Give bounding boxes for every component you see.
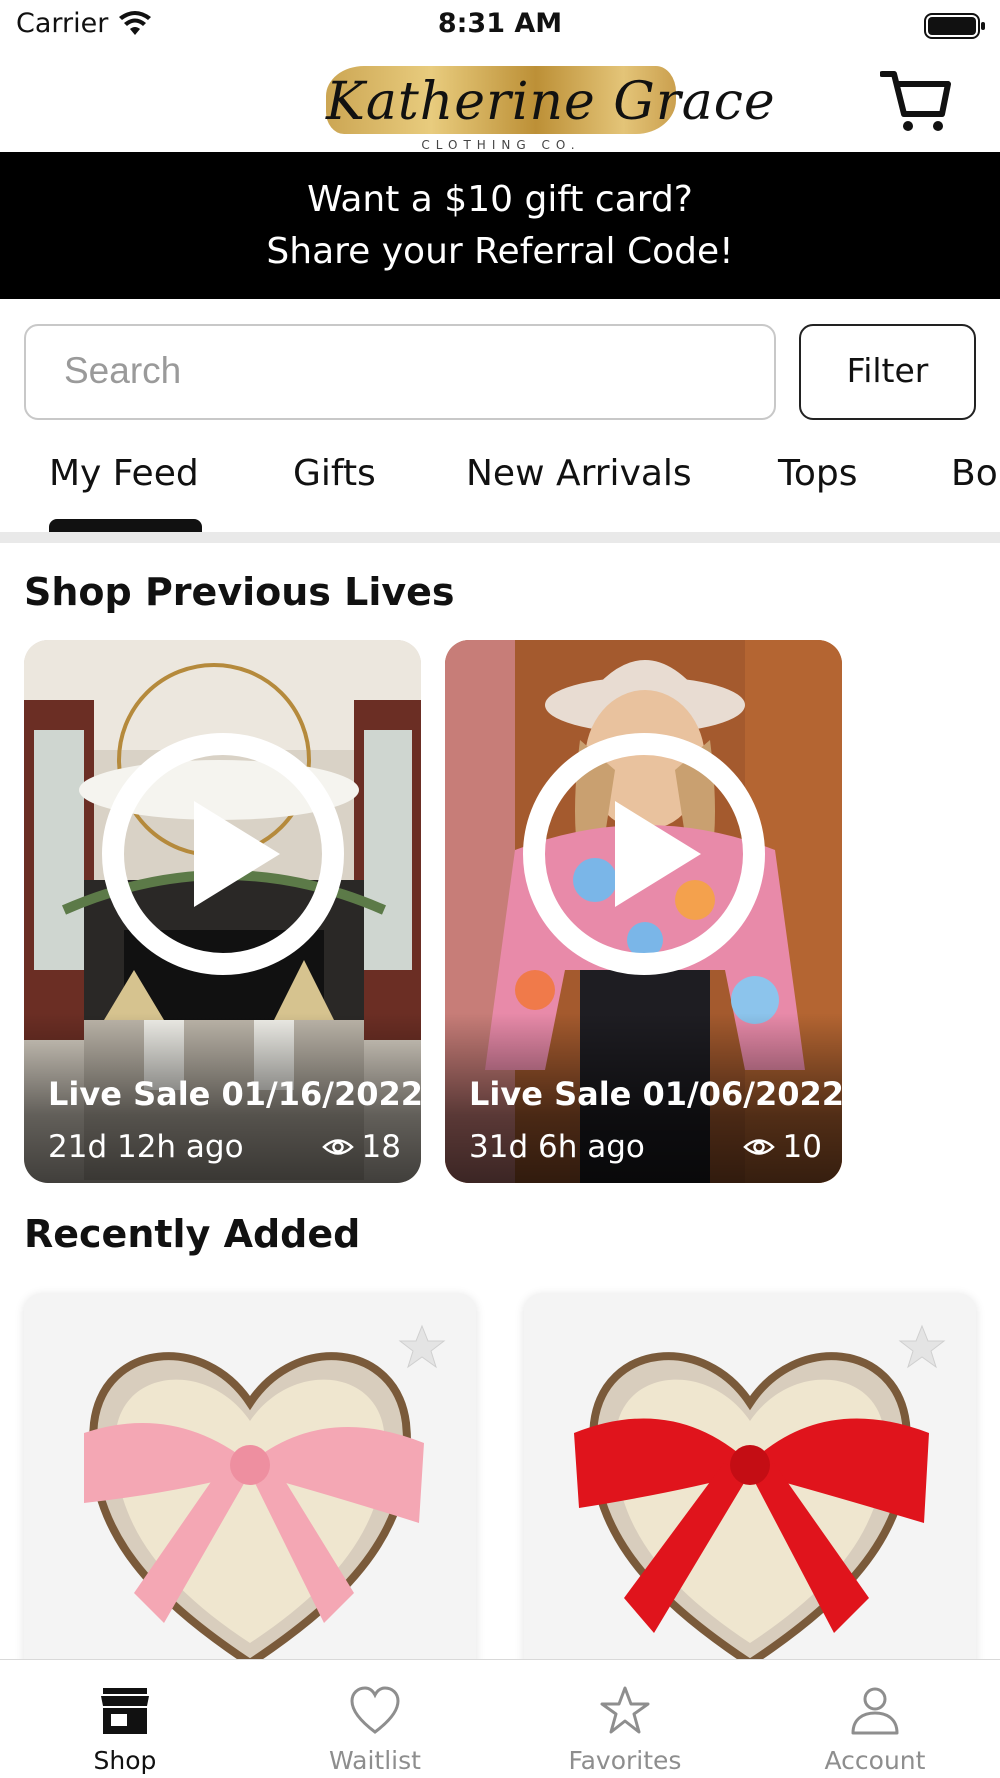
live-sale-views: 18 xyxy=(321,1129,401,1165)
cart-icon[interactable] xyxy=(880,70,952,134)
favorite-star-icon[interactable] xyxy=(398,1323,446,1371)
tabbar-item-waitlist[interactable]: Waitlist xyxy=(250,1660,500,1778)
status-time: 8:31 AM xyxy=(437,8,563,39)
storefront-icon xyxy=(101,1688,149,1734)
live-sale-card[interactable]: Live Sale 01/06/2022 31d 6h ago 10 xyxy=(445,640,842,1183)
view-count: 18 xyxy=(361,1129,401,1165)
live-sale-views: 10 xyxy=(742,1129,822,1165)
eye-icon xyxy=(321,1139,354,1155)
promo-line-1: Want a $10 gift card? xyxy=(307,179,693,220)
tab-new-arrivals[interactable]: New Arrivals xyxy=(466,453,692,494)
live-sale-age: 21d 12h ago xyxy=(48,1129,244,1165)
tabbar-label-shop: Shop xyxy=(93,1746,157,1775)
tabbar-item-account[interactable]: Account xyxy=(750,1660,1000,1778)
tabbar-item-shop[interactable]: Shop xyxy=(0,1660,250,1778)
tabbar-label-favorites: Favorites xyxy=(568,1746,682,1775)
tab-bottoms[interactable]: Bo xyxy=(951,453,998,494)
view-count: 10 xyxy=(782,1129,822,1165)
previous-lives-heading: Shop Previous Lives xyxy=(24,570,455,614)
person-icon xyxy=(851,1687,899,1735)
battery-icon xyxy=(924,13,985,39)
tab-my-feed[interactable]: My Feed xyxy=(49,453,199,494)
active-tab-indicator xyxy=(49,519,202,533)
favorite-star-icon[interactable] xyxy=(898,1323,946,1371)
live-sale-age: 31d 6h ago xyxy=(469,1129,645,1165)
live-sale-title: Live Sale 01/16/2022 xyxy=(48,1075,421,1113)
filter-button[interactable]: Filter xyxy=(799,324,976,420)
tabbar-label-account: Account xyxy=(824,1746,926,1775)
bottom-tab-bar: Shop Waitlist Favorites Account xyxy=(0,1659,1000,1778)
logo-script-text: Katherine Grace xyxy=(326,72,776,132)
referral-promo-banner[interactable]: Want a $10 gift card? Share your Referra… xyxy=(0,152,1000,299)
product-card[interactable] xyxy=(524,1293,976,1693)
tab-gifts[interactable]: Gifts xyxy=(293,453,376,494)
eye-icon xyxy=(742,1139,775,1155)
heart-icon xyxy=(350,1686,400,1734)
tabs-divider xyxy=(0,532,1000,543)
product-card[interactable] xyxy=(24,1293,476,1693)
live-sale-title: Live Sale 01/06/2022 xyxy=(469,1075,842,1113)
promo-line-2: Share your Referral Code! xyxy=(266,231,734,272)
app-header: Katherine Grace CLOTHING CO. xyxy=(0,52,1000,152)
logo-subtitle: CLOTHING CO. xyxy=(421,138,581,152)
star-icon xyxy=(600,1686,650,1734)
brand-logo[interactable]: Katherine Grace CLOTHING CO. xyxy=(326,58,776,152)
tabbar-label-waitlist: Waitlist xyxy=(329,1746,421,1775)
play-icon[interactable] xyxy=(523,733,765,975)
live-sale-card[interactable]: Live Sale 01/16/2022 21d 12h ago 18 xyxy=(24,640,421,1183)
play-icon[interactable] xyxy=(102,733,344,975)
category-tabs: My Feed Gifts New Arrivals Tops Bo xyxy=(0,440,1000,536)
tabbar-item-favorites[interactable]: Favorites xyxy=(500,1660,750,1778)
search-input[interactable]: Search xyxy=(24,324,776,420)
recently-added-heading: Recently Added xyxy=(24,1212,361,1256)
status-bar: Carrier 8:31 AM xyxy=(0,0,1000,52)
tab-tops[interactable]: Tops xyxy=(778,453,858,494)
